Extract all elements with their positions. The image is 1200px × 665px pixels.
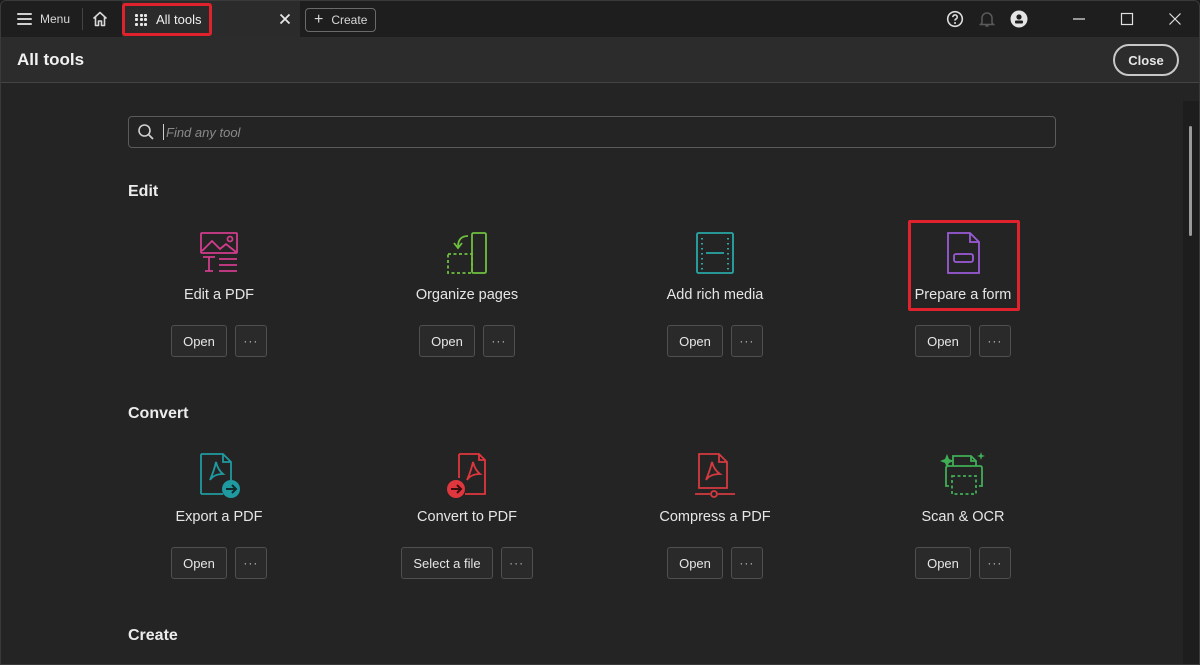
open-button[interactable]: Open <box>171 325 227 357</box>
menu-label: Menu <box>40 12 71 26</box>
more-options-button[interactable]: ··· <box>482 325 515 357</box>
app-window: Menu All tools + Create All tools Close … <box>0 0 1200 665</box>
tool-actions: Open ··· <box>119 325 319 357</box>
more-options-button[interactable]: ··· <box>234 325 267 357</box>
help-icon <box>946 10 964 28</box>
open-button[interactable]: Open <box>667 547 723 579</box>
tool-card-add-rich-media: Add rich media Open ··· <box>615 230 815 370</box>
search-input[interactable] <box>163 124 1043 140</box>
section-title-convert: Convert <box>128 405 189 422</box>
page-header: All tools Close <box>1 37 1199 83</box>
plus-icon: + <box>314 11 324 28</box>
scan-ocr-icon <box>940 452 985 495</box>
tool-name: Convert to PDF <box>417 509 517 525</box>
tool-actions: Select a file ··· <box>367 547 567 579</box>
convert-to-pdf-icon <box>447 453 486 498</box>
tool-actions: Open ··· <box>119 547 319 579</box>
tool-actions: Open ··· <box>863 325 1063 357</box>
more-options-button[interactable]: ··· <box>978 325 1011 357</box>
tool-actions: Open ··· <box>615 547 815 579</box>
close-window-button[interactable] <box>1151 1 1199 37</box>
section-title-create: Create <box>128 627 178 644</box>
tool-card-convert-to-pdf: Convert to PDF Select a file ··· <box>367 452 567 592</box>
maximize-button[interactable] <box>1103 1 1151 37</box>
open-button[interactable]: Open <box>915 547 971 579</box>
search-box[interactable] <box>128 116 1056 148</box>
scrollbar-thumb[interactable] <box>1189 126 1192 236</box>
notifications-button[interactable] <box>971 1 1003 37</box>
tool-card-export-pdf: Export a PDF Open ··· <box>119 452 319 592</box>
menu-button[interactable]: Menu <box>1 1 82 37</box>
minimize-button[interactable] <box>1055 1 1103 37</box>
title-bar-actions <box>939 1 1199 37</box>
page-title: All tools <box>17 50 85 69</box>
highlight-box <box>908 220 1020 311</box>
open-button[interactable]: Open <box>915 325 971 357</box>
more-options-button[interactable]: ··· <box>730 547 763 579</box>
maximize-icon <box>1120 12 1134 26</box>
tool-actions: Open ··· <box>615 325 815 357</box>
open-button[interactable]: Open <box>667 325 723 357</box>
home-icon <box>92 11 108 27</box>
create-label: Create <box>331 13 368 27</box>
compress-pdf-icon <box>695 453 735 498</box>
tool-card-organize-pages: Organize pages Open ··· <box>367 230 567 370</box>
rich-media-icon <box>696 232 734 274</box>
open-button[interactable]: Open <box>419 325 475 357</box>
edit-pdf-icon <box>200 232 238 272</box>
tab-all-tools[interactable]: All tools <box>122 3 212 36</box>
home-button[interactable] <box>83 1 117 37</box>
tool-name: Scan & OCR <box>921 509 1005 525</box>
menu-icon <box>17 13 32 25</box>
search-icon <box>138 124 154 140</box>
apps-grid-icon <box>135 13 147 26</box>
close-tab-button[interactable] <box>275 9 295 29</box>
tool-name: Export a PDF <box>175 509 263 525</box>
tool-card-scan-ocr: Scan & OCR Open ··· <box>863 452 1063 592</box>
more-options-button[interactable]: ··· <box>234 547 267 579</box>
bell-icon <box>979 12 995 27</box>
more-options-button[interactable]: ··· <box>500 547 533 579</box>
account-button[interactable] <box>1003 1 1035 37</box>
create-tab-button[interactable]: + Create <box>305 8 377 32</box>
tool-actions: Open ··· <box>863 547 1063 579</box>
section-title-edit: Edit <box>128 183 159 200</box>
close-button[interactable]: Close <box>1113 44 1179 76</box>
tool-name: Organize pages <box>415 287 519 303</box>
tool-card-edit-pdf: Edit a PDF Open ··· <box>119 230 319 370</box>
tool-name: Add rich media <box>666 287 764 303</box>
tool-actions: Open ··· <box>367 325 567 357</box>
export-pdf-icon <box>200 453 240 498</box>
tool-name: Edit a PDF <box>183 287 255 303</box>
tool-card-compress-pdf: Compress a PDF Open ··· <box>615 452 815 592</box>
open-button[interactable]: Open <box>171 547 227 579</box>
organize-pages-icon <box>447 232 487 274</box>
more-options-button[interactable]: ··· <box>730 325 763 357</box>
tools-content: Edit Edit a PDF Open ··· <box>1 84 1185 664</box>
select-file-button[interactable]: Select a file <box>401 547 493 579</box>
minimize-icon <box>1073 18 1085 20</box>
close-window-icon <box>1169 13 1181 25</box>
account-icon <box>1010 10 1028 28</box>
tool-name: Compress a PDF <box>659 509 771 525</box>
more-options-button[interactable]: ··· <box>978 547 1011 579</box>
close-tab-icon <box>279 13 291 25</box>
tab-label: All tools <box>156 12 202 27</box>
help-button[interactable] <box>939 1 971 37</box>
